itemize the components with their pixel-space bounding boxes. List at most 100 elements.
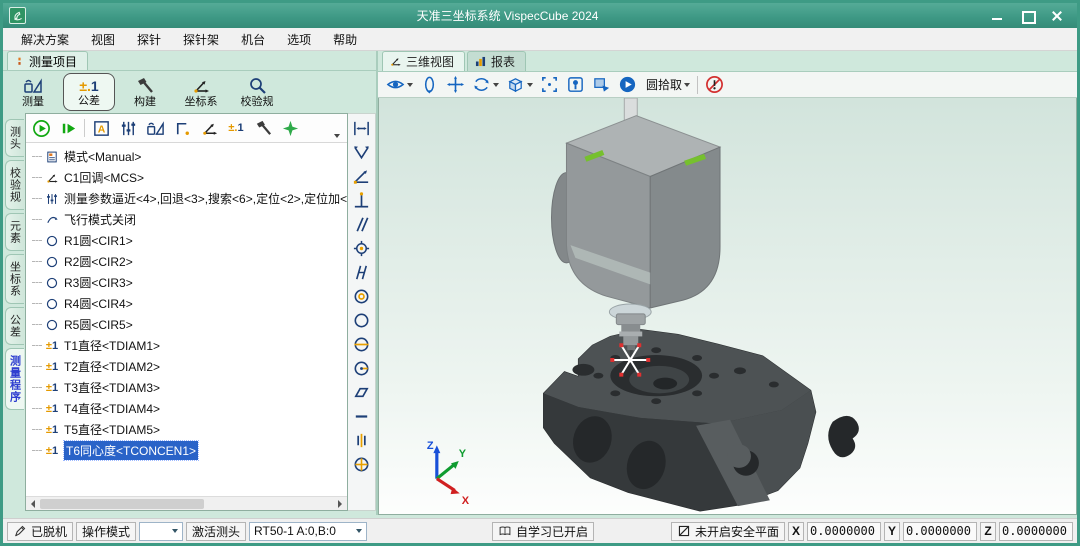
coordinate-system-button[interactable]: 坐标系 [175, 73, 227, 111]
menu-options[interactable]: 选项 [277, 29, 321, 50]
flatness-button[interactable] [350, 381, 373, 404]
scrollbar-track[interactable] [40, 498, 333, 510]
measure-icon [146, 119, 165, 138]
measure-button[interactable]: 测量 [7, 73, 59, 111]
orbit-icon [472, 75, 491, 94]
program-tree-panel: ±.1 模式<Manual> C1回调<MCS> 测量参数逼近<4>,回退<3>… [25, 113, 348, 511]
visibility-button[interactable] [386, 75, 413, 94]
true-position-button[interactable] [350, 453, 373, 476]
coordinate-item-button[interactable] [198, 117, 220, 139]
chevron-down-icon [407, 83, 413, 87]
perpendicularity-icon [352, 191, 371, 210]
animate-button[interactable] [618, 75, 637, 94]
side-tab-elements[interactable]: 元素 [5, 213, 24, 251]
run-program-button[interactable] [30, 117, 52, 139]
tree-item-cir5[interactable]: R5圆<CIR5> [32, 314, 347, 335]
angularity-button[interactable] [350, 261, 373, 284]
tree-item-recall-mcs[interactable]: C1回调<MCS> [32, 167, 347, 188]
circularity-button[interactable] [350, 309, 373, 332]
scroll-left-arrow[interactable] [26, 497, 40, 511]
no-safety-plane-icon [677, 524, 691, 538]
side-tab-tolerance[interactable]: 公差 [5, 307, 24, 345]
axes-icon [45, 171, 59, 185]
scrollbar-thumb[interactable] [40, 499, 204, 509]
tree-item-tdiam1[interactable]: ±1T1直径<TDIAM1> [32, 335, 347, 356]
angle-button[interactable] [350, 165, 373, 188]
maximize-button[interactable] [1019, 9, 1035, 23]
tree-item-tconcen1-selected[interactable]: ±1T6同心度<TCONCEN1> [32, 440, 347, 461]
parameters-button[interactable] [117, 117, 139, 139]
distance-tolerance-button[interactable] [350, 117, 373, 140]
tab-measurement-project[interactable]: 测量项目 [7, 51, 88, 70]
menu-help[interactable]: 帮助 [323, 29, 367, 50]
active-probe-select[interactable]: RT50-1 A:0,B:0 [249, 522, 367, 541]
parallelism-button[interactable] [350, 213, 373, 236]
tree-item-cir2[interactable]: R2圆<CIR2> [32, 251, 347, 272]
side-tab-coordinate[interactable]: 坐标系 [5, 254, 24, 304]
measure-item-button[interactable] [144, 117, 166, 139]
close-button[interactable] [1049, 9, 1065, 23]
tree-item-tdiam5[interactable]: ±1T5直径<TDIAM5> [32, 419, 347, 440]
fly-mode-button[interactable] [279, 117, 301, 139]
move-point-button[interactable] [171, 117, 193, 139]
side-tab-measure-program[interactable]: 测量程序 [5, 348, 24, 410]
tab-3d-view[interactable]: 三维视图 [382, 51, 465, 71]
straightness-button[interactable] [350, 405, 373, 428]
tree-item-cir3[interactable]: R3圆<CIR3> [32, 272, 347, 293]
panel-header-label: 测量项目 [29, 53, 77, 70]
tree-item-fly-mode[interactable]: 飞行模式关闭 [32, 209, 347, 230]
orbit-view-button[interactable] [472, 75, 499, 94]
book-icon [498, 524, 512, 538]
tree-item-measure-params[interactable]: 测量参数逼近<4>,回退<3>,搜索<6>,定位<2>,定位加<2>,测 [32, 188, 347, 209]
report-icon [474, 55, 487, 68]
panel-header: 测量项目 [3, 51, 376, 71]
rotate-icon [420, 75, 439, 94]
window-title: 天准三坐标系统 VispecCube 2024 [26, 7, 989, 24]
symmetry-button[interactable] [350, 429, 373, 452]
minimize-button[interactable] [989, 9, 1005, 23]
step-play-icon [59, 119, 78, 138]
menu-view[interactable]: 视图 [81, 29, 125, 50]
locate-button[interactable] [566, 75, 585, 94]
pan-view-button[interactable] [446, 75, 465, 94]
circle-pick-button[interactable]: 圆拾取 [644, 76, 690, 93]
step-run-button[interactable] [57, 117, 79, 139]
side-tab-gauge[interactable]: 校验规 [5, 160, 24, 210]
gauge-button[interactable]: 校验规 [231, 73, 283, 111]
fit-view-button[interactable] [540, 75, 559, 94]
window-select-button[interactable] [592, 75, 611, 94]
tolerance-item-button[interactable]: ±.1 [225, 117, 247, 139]
disable-button[interactable] [705, 75, 724, 94]
position-button[interactable] [350, 237, 373, 260]
scroll-right-arrow[interactable] [333, 497, 347, 511]
construct-button[interactable]: 构建 [119, 73, 171, 111]
3d-viewport[interactable]: Z Y X [378, 98, 1077, 515]
tree-item-tdiam3[interactable]: ±1T3直径<TDIAM3> [32, 377, 347, 398]
tree-item-tdiam4[interactable]: ±1T4直径<TDIAM4> [32, 398, 347, 419]
side-tab-probe[interactable]: 测头 [5, 119, 24, 157]
angle-arrows-button[interactable] [350, 141, 373, 164]
operation-mode-select[interactable] [139, 522, 183, 541]
tree-item-cir1[interactable]: R1圆<CIR1> [32, 230, 347, 251]
tab-report[interactable]: 报表 [467, 51, 526, 71]
runout-button[interactable] [350, 357, 373, 380]
tree-item-cir4[interactable]: R4圆<CIR4> [32, 293, 347, 314]
tree-item-mode[interactable]: 模式<Manual> [32, 146, 347, 167]
tolerance-button[interactable]: ±.1 公差 [63, 73, 115, 111]
angularity-icon [352, 263, 371, 282]
concentricity-button[interactable] [350, 285, 373, 308]
auto-label-button[interactable] [90, 117, 112, 139]
menu-probe[interactable]: 探针 [127, 29, 171, 50]
cylindricity-button[interactable] [350, 333, 373, 356]
view-cube-button[interactable] [506, 75, 533, 94]
tree-item-tdiam2[interactable]: ±1T2直径<TDIAM2> [32, 356, 347, 377]
perpendicularity-button[interactable] [350, 189, 373, 212]
menu-machine[interactable]: 机台 [231, 29, 275, 50]
menu-solution[interactable]: 解决方案 [11, 29, 79, 50]
tree-horizontal-scrollbar[interactable] [26, 496, 347, 510]
menu-probe-rack[interactable]: 探针架 [173, 29, 229, 50]
toolbar-overflow-button[interactable] [331, 130, 343, 142]
construct-item-button[interactable] [252, 117, 274, 139]
fit-view-icon [540, 75, 559, 94]
rotate-view-button[interactable] [420, 75, 439, 94]
